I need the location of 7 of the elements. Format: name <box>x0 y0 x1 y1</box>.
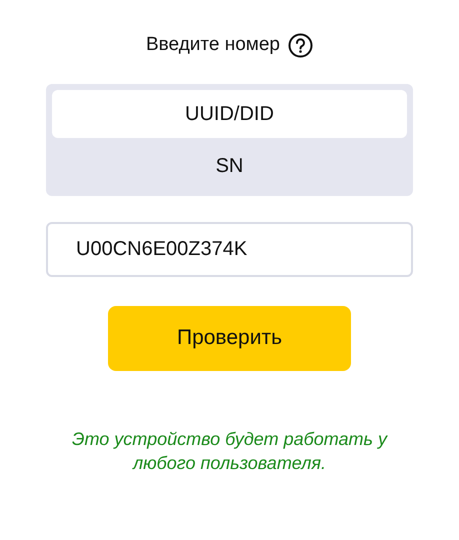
segment-option[interactable]: SN <box>52 142 407 190</box>
number-field[interactable]: U00CN6E00Z374K <box>46 222 413 276</box>
check-button[interactable]: Проверить <box>108 306 351 370</box>
title: Введите номер <box>146 33 280 57</box>
status-message: Это устройство будет работать у любого пользователя. <box>70 428 389 474</box>
help-icon[interactable] <box>288 32 313 58</box>
segment-option[interactable]: UUID/DID <box>52 90 407 138</box>
